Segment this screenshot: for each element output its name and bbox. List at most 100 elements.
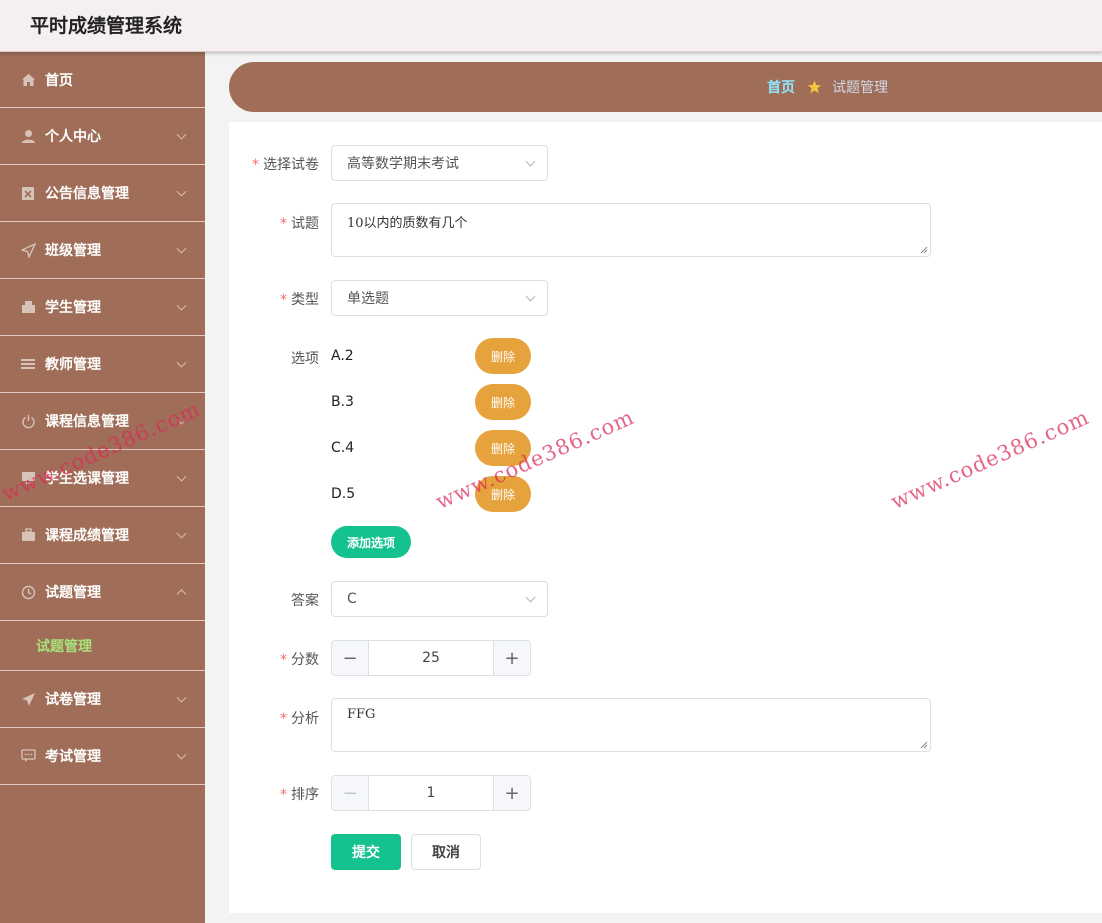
delete-option-button[interactable]: 删除 [475,384,531,420]
sidebar: 首页 个人中心 公告信息管理 班级管理 学生管理 教师管理 课程信息管理 学生选… [0,52,205,923]
notice-icon [20,185,36,201]
analysis-label: * 分析 [280,711,319,727]
question-label: * 试题 [280,216,319,232]
question-text: 10以内的质数有几个 [347,216,468,231]
paper-label: * 选择试卷 [252,157,319,173]
sidebar-item-label: 学生选课管理 [45,471,129,487]
score-stepper[interactable]: − 25 + [331,640,531,676]
option-item: A.2 [331,348,354,364]
delete-option-button[interactable]: 删除 [475,338,531,374]
increase-button[interactable]: + [493,641,530,675]
order-value[interactable]: 1 [369,776,493,810]
clock-icon [20,584,36,600]
question-textarea[interactable]: 10以内的质数有几个 [331,203,931,257]
type-select[interactable]: 单选题 [331,280,548,316]
options-label: 选项 [291,351,319,367]
required-asterisk: * [252,157,259,173]
chevron-down-icon [176,692,187,703]
required-asterisk: * [280,216,287,232]
submenu-item-label: 试题管理 [36,638,92,655]
list-icon [20,356,36,372]
chevron-down-icon [176,243,187,254]
breadcrumb-current: 试题管理 [832,80,888,96]
analysis-text: FFG [347,707,376,722]
submit-button[interactable]: 提交 [331,834,401,870]
required-asterisk: * [280,787,287,803]
sidebar-item-label: 个人中心 [45,129,101,145]
score-value[interactable]: 25 [369,641,493,675]
sidebar-item-home[interactable]: 首页 [0,52,205,108]
breadcrumb: 首页 试题管理 [229,62,1102,112]
sidebar-item-label: 班级管理 [45,243,101,259]
sidebar-item-course-info[interactable]: 课程信息管理 [0,393,205,450]
sidebar-item-course-select[interactable]: 学生选课管理 [0,450,205,507]
sidebar-item-label: 考试管理 [45,749,101,765]
chevron-down-icon [176,471,187,482]
add-option-button[interactable]: 添加选项 [331,526,411,558]
answer-select[interactable]: C [331,581,548,617]
star-icon [807,80,822,94]
sidebar-item-student[interactable]: 学生管理 [0,279,205,336]
sidebar-item-label: 教师管理 [45,357,101,373]
sidebar-item-notice[interactable]: 公告信息管理 [0,165,205,222]
send-icon [20,242,36,258]
sidebar-item-class[interactable]: 班级管理 [0,222,205,279]
app-title: 平时成绩管理系统 [30,15,183,37]
chevron-up-icon [176,589,187,600]
breadcrumb-home-link[interactable]: 首页 [767,77,795,97]
sidebar-item-label: 课程成绩管理 [45,528,129,544]
sidebar-item-label: 学生管理 [45,300,101,316]
chevron-down-icon [176,129,187,140]
chevron-down-icon [525,156,536,167]
paper-select[interactable]: 高等数学期末考试 [331,145,548,181]
option-item: B.3 [331,394,354,410]
shop-icon [20,299,36,315]
decrease-button[interactable]: − [332,641,369,675]
sidebar-item-paper[interactable]: 试卷管理 [0,671,205,728]
power-icon [20,413,36,429]
chevron-down-icon [176,357,187,368]
user-icon [20,128,36,144]
monitor-icon [20,470,36,486]
chevron-down-icon [176,414,187,425]
chevron-down-icon [176,186,187,197]
order-stepper[interactable]: − 1 + [331,775,531,811]
resize-grip-icon[interactable] [920,246,928,254]
increase-button[interactable]: + [493,776,530,810]
option-item: C.4 [331,440,355,456]
submenu-item-question-manage[interactable]: 试题管理 [0,621,205,671]
paper-plane-icon [20,691,36,707]
chevron-down-icon [525,592,536,603]
sidebar-item-label: 首页 [45,72,73,89]
chevron-down-icon [525,291,536,302]
top-bar: 平时成绩管理系统 [0,0,1102,52]
sidebar-item-course-score[interactable]: 课程成绩管理 [0,507,205,564]
cancel-button[interactable]: 取消 [411,834,481,870]
sidebar-item-label: 公告信息管理 [45,186,129,202]
required-asterisk: * [280,652,287,668]
sidebar-item-label: 试题管理 [45,585,101,601]
delete-option-button[interactable]: 删除 [475,430,531,466]
answer-label: 答案 [291,593,319,609]
question-form-card: * 选择试卷 高等数学期末考试 * 试题 10以内的质数有几个 * 类型 单选题 选项… [229,122,1102,913]
chat-icon [20,748,36,764]
type-label: * 类型 [280,292,319,308]
sidebar-item-teacher[interactable]: 教师管理 [0,336,205,393]
sidebar-item-question[interactable]: 试题管理 [0,564,205,621]
chevron-down-icon [176,749,187,760]
analysis-textarea[interactable]: FFG [331,698,931,752]
sidebar-item-label: 课程信息管理 [45,414,129,430]
decrease-button[interactable]: − [332,776,369,810]
home-icon [20,72,36,88]
required-asterisk: * [280,292,287,308]
answer-select-value: C [347,591,357,607]
resize-grip-icon[interactable] [920,741,928,749]
briefcase-icon [20,527,36,543]
chevron-down-icon [176,528,187,539]
sidebar-item-exam[interactable]: 考试管理 [0,728,205,785]
sidebar-item-profile[interactable]: 个人中心 [0,108,205,165]
required-asterisk: * [280,711,287,727]
score-label: * 分数 [280,652,319,668]
delete-option-button[interactable]: 删除 [475,476,531,512]
paper-select-value: 高等数学期末考试 [347,156,459,172]
